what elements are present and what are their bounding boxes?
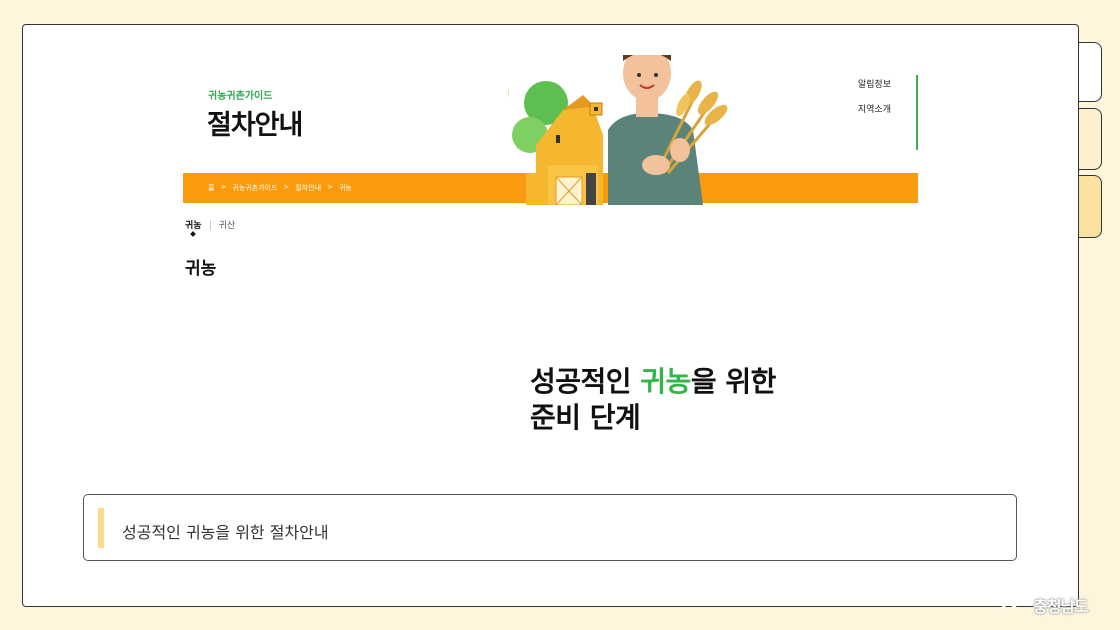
menu-item-region[interactable]: 지역소개 — [823, 102, 916, 115]
side-tab-3[interactable] — [1077, 175, 1102, 238]
caption-text: 성공적인 귀농을 위한 절차안내 — [122, 523, 329, 542]
headline-pre: 성공적인 — [530, 365, 641, 398]
breadcrumb-separator: > — [327, 183, 333, 191]
side-tab-2[interactable] — [1077, 108, 1102, 170]
section-title: 귀농 — [185, 259, 217, 279]
tab-return-mountain[interactable]: 귀산 — [219, 218, 236, 231]
breadcrumb-home[interactable]: 홈 — [208, 183, 214, 193]
right-menu: 알림정보 지역소개 — [823, 75, 918, 150]
breadcrumb-current: 귀농 — [338, 184, 352, 192]
headline-highlight: 귀농 — [640, 365, 691, 398]
breadcrumb-procedure[interactable]: 절차안내 — [295, 183, 321, 193]
breadcrumb-separator: > — [283, 183, 290, 191]
headline-line2: 준비 단계 — [530, 401, 641, 434]
watermark: 충청남도 — [1000, 593, 1089, 617]
page-header: 귀농귀촌가이드 절차안내 알림정보 지역소개 홈 > 귀농귀촌가이드 > 절차안… — [183, 55, 918, 235]
headline: 성공적인 귀농을 위한 준비 단계 — [530, 364, 776, 436]
page-title: 절차안내 — [207, 110, 303, 141]
breadcrumb-guide[interactable]: 귀농귀촌가이드 — [232, 183, 277, 193]
caption-marker — [98, 508, 104, 548]
headline-post: 을 위한 — [690, 365, 777, 398]
watermark-text: 충청남도 — [1033, 597, 1089, 616]
tab-divider — [209, 219, 211, 230]
caption-box: 성공적인 귀농을 위한 절차안내 — [83, 494, 1017, 561]
breadcrumb: 홈 > 귀농귀촌가이드 > 절차안내 > 귀농 — [208, 183, 352, 193]
breadcrumb-separator: > — [220, 183, 227, 191]
sub-tabs: 귀농 귀산 — [185, 218, 235, 231]
guide-label: 귀농귀촌가이드 — [208, 91, 273, 102]
tab-return-farm[interactable]: 귀농 — [185, 218, 202, 231]
province-logo-icon — [1000, 599, 1029, 610]
menu-item-notice[interactable]: 알림정보 — [823, 77, 916, 90]
side-tab-1[interactable] — [1077, 42, 1102, 102]
farmer-illustration-icon — [508, 55, 728, 205]
